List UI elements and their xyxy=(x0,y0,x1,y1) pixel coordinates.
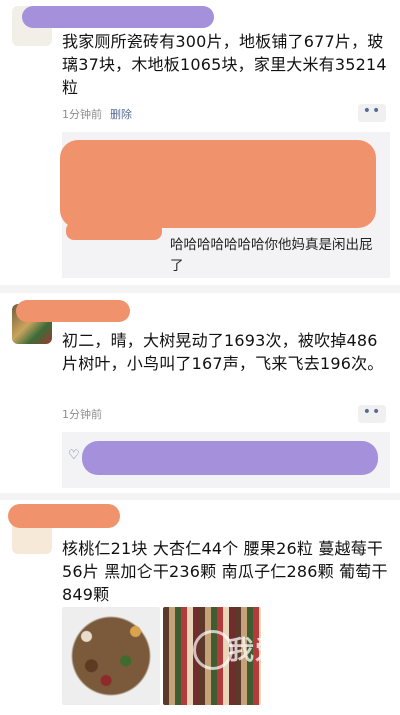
more-options-button[interactable]: •• xyxy=(358,405,386,423)
comment-text: 哈哈哈哈哈哈哈你他妈真是闲出屁了 xyxy=(70,235,380,277)
post-meta: 1分钟前 删除 xyxy=(62,106,132,122)
nuts-photo-1[interactable] xyxy=(62,607,160,705)
watermark: 我爱生活网 xyxy=(228,636,364,666)
heart-icon: ♡ xyxy=(68,448,80,463)
post-time: 1分钟前 xyxy=(62,408,102,421)
redacted-username xyxy=(8,504,120,528)
redacted-username xyxy=(22,6,214,28)
redacted-likes-block xyxy=(60,140,376,228)
post-text: 我家厕所瓷砖有300片，地板铺了677片，玻璃37块，木地板1065块，家里大米… xyxy=(62,32,387,97)
watermark-url: www.ahlife.com xyxy=(268,663,345,675)
watermark-logo-icon xyxy=(193,630,233,670)
delete-button[interactable]: 删除 xyxy=(110,108,132,121)
comment-body: 哈哈哈哈哈哈哈你他妈真是闲出屁了 xyxy=(170,237,373,274)
redacted-likes-names xyxy=(82,441,378,475)
more-options-button[interactable]: •• xyxy=(358,104,386,122)
redacted-username xyxy=(16,300,130,322)
post-text: 核桃仁21块 大杏仁44个 腰果26粒 蔓越莓干56片 黑加仑干236颗 南瓜子… xyxy=(62,539,388,604)
post-time: 1分钟前 xyxy=(62,108,102,121)
post-text: 初二，晴，大树晃动了1693次，被吹掉486片树叶，小鸟叫了167声，飞来飞去1… xyxy=(62,331,384,373)
moment-post-1: 我家厕所瓷砖有300片，地板铺了677片，玻璃37块，木地板1065块，家里大米… xyxy=(0,0,400,285)
